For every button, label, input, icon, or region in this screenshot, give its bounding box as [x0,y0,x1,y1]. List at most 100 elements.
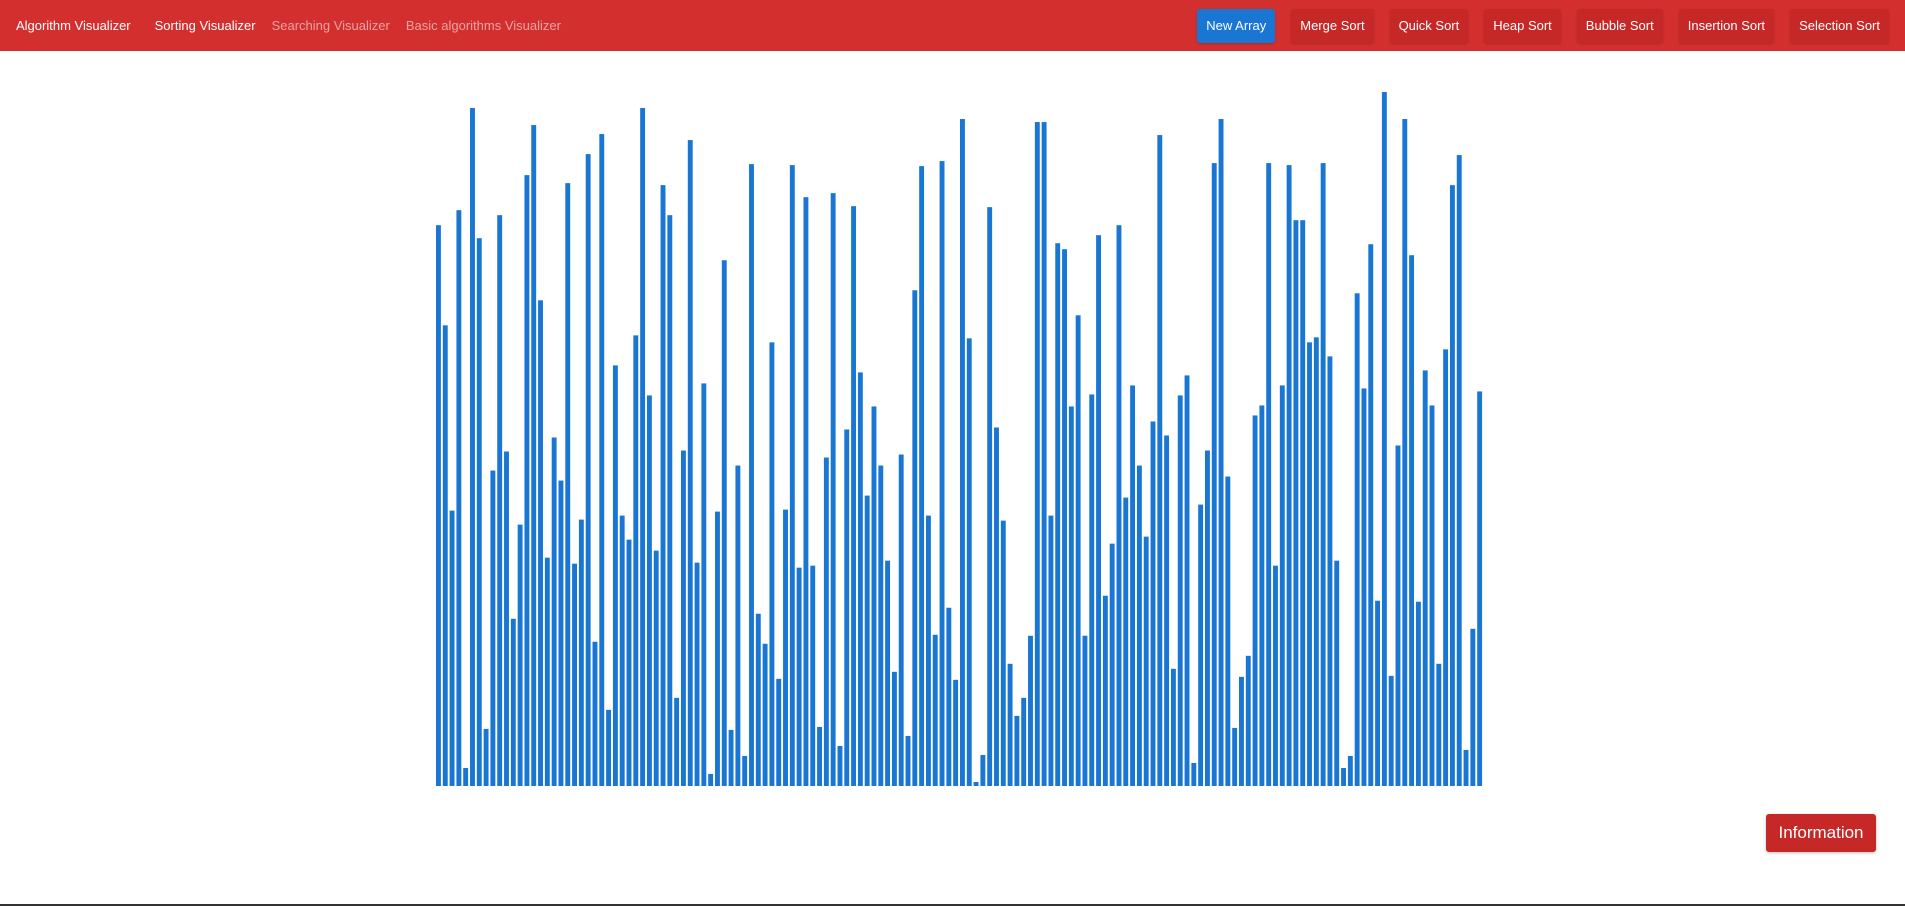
array-bar [1089,394,1095,786]
array-bar [789,165,795,787]
array-bar [572,563,577,786]
array-bar [483,728,489,786]
array-bar [612,365,618,786]
array-bar [674,697,680,786]
array-bar [1415,601,1421,786]
array-bar [844,429,850,786]
array-bar [885,560,891,786]
array-bar [1041,122,1047,787]
array-bar [463,767,469,786]
array-bar [749,164,754,787]
array-bar [1136,465,1142,786]
array-bar [1075,315,1081,786]
array-bar [769,342,775,786]
array-bar [857,372,863,786]
array-bar [456,210,462,787]
array-bar [1170,668,1176,786]
array-bar [878,465,884,786]
array-bar [1177,395,1183,786]
array-bar [803,197,809,786]
array-bar [1116,225,1122,786]
array-bar [1055,243,1061,786]
array-bar [470,108,475,786]
array-bar [1130,385,1136,786]
array-bar [585,154,591,787]
array-bar [898,454,904,786]
array-bar [823,457,829,786]
array-bar [1204,450,1210,786]
array-bar [1252,415,1258,786]
array-bar [1218,119,1224,786]
array-bar [1402,119,1408,786]
array-bar [1211,163,1217,787]
array-bars-chart [436,92,1483,787]
array-bar [680,450,686,786]
array-bar [939,161,945,787]
array-bar [1354,293,1360,786]
array-bar [994,427,999,786]
array-bar [1143,536,1149,786]
array-bar [504,451,509,786]
array-bar [640,108,646,786]
array-bar [1259,405,1265,786]
array-bar [1123,497,1129,786]
array-bar [925,515,931,786]
array-bar [851,206,857,786]
array-bar [980,754,986,786]
array-bar [517,524,523,786]
array-bar [783,509,788,786]
array-bar [1470,628,1476,786]
array-bar [1191,762,1197,786]
array-bar [626,539,632,786]
array-bar [578,519,584,786]
array-bar [599,134,605,786]
array-bar [1082,635,1088,786]
array-bar [1279,385,1285,786]
information-button[interactable]: Information [1766,814,1876,852]
array-bar [1225,476,1231,786]
array-bar [1347,755,1353,786]
array-bar [531,125,537,787]
array-bar [987,207,993,786]
array-bar [966,338,972,786]
array-bar [633,335,639,786]
array-bar [1000,520,1006,786]
array-bar [1273,565,1278,786]
array-bar [742,755,748,786]
array-bar [960,119,965,786]
array-bar [1021,697,1027,786]
array-bar [442,325,448,786]
array-bar [1395,445,1401,786]
array-bar [837,745,843,786]
array-bar [524,175,530,786]
array-bar [1096,235,1101,786]
array-bar [1320,163,1326,787]
array-bar [592,641,598,786]
array-bar [1150,421,1156,786]
array-bar [1327,356,1333,786]
array-bar [1436,663,1442,786]
array-bar [1102,595,1108,786]
array-bar [1028,635,1033,786]
array-bar [687,140,693,786]
array-bar [973,781,979,786]
array-bar [558,480,564,786]
array-bar [1266,163,1272,787]
array-bar [817,726,822,786]
array-bar [1048,515,1054,786]
array-bar [1062,249,1067,787]
array-bar [1232,727,1238,786]
array-bar [721,260,727,786]
array-bar [1307,342,1312,786]
array-bar [1388,675,1394,786]
array-bar [1245,655,1251,786]
array-bar [1109,543,1115,786]
array-bar [551,437,557,786]
array-bar [449,510,455,786]
array-bar [544,557,550,786]
array-bar [1456,155,1462,787]
array-bar [1184,375,1190,786]
array-bar [715,511,720,786]
array-bar [510,618,516,786]
array-bar [755,613,761,786]
